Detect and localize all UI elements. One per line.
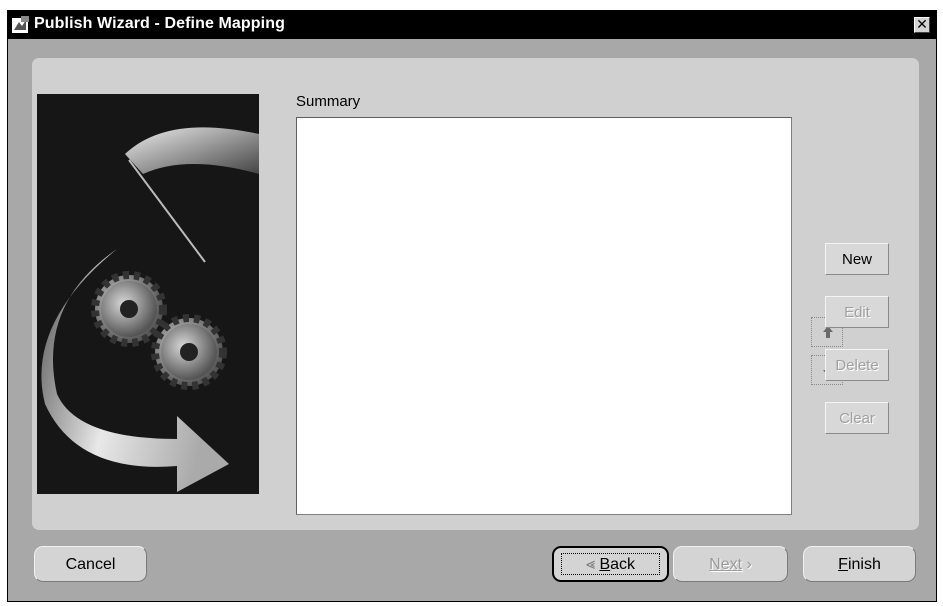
back-button[interactable]: ⪡ Back bbox=[552, 546, 669, 582]
next-label: Next bbox=[709, 555, 743, 573]
finish-button[interactable]: Finish bbox=[803, 546, 916, 582]
delete-button[interactable]: Delete bbox=[825, 349, 889, 381]
close-button[interactable]: ✕ bbox=[914, 17, 930, 33]
summary-list[interactable] bbox=[296, 117, 792, 515]
finish-label-rest: inish bbox=[847, 555, 881, 573]
title-bar[interactable]: Publish Wizard - Define Mapping ✕ bbox=[8, 11, 936, 39]
chevron-right-icon: › bbox=[746, 555, 752, 573]
wizard-content-panel: Summary bbox=[32, 58, 919, 530]
next-button[interactable]: Next › bbox=[673, 546, 788, 582]
new-button[interactable]: New bbox=[825, 243, 889, 275]
wizard-window: Publish Wizard - Define Mapping ✕ Summar… bbox=[7, 10, 937, 602]
summary-label: Summary bbox=[296, 93, 361, 110]
focus-ring bbox=[561, 553, 660, 575]
window-title: Publish Wizard - Define Mapping bbox=[34, 15, 285, 32]
edit-button[interactable]: Edit bbox=[825, 296, 889, 328]
cancel-button[interactable]: Cancel bbox=[34, 546, 147, 582]
clear-button[interactable]: Clear bbox=[825, 402, 889, 434]
gears-arrow-illustration bbox=[37, 94, 259, 494]
finish-mnemonic: F bbox=[838, 555, 848, 573]
wizard-app-icon bbox=[12, 16, 30, 34]
close-icon: ✕ bbox=[916, 16, 928, 32]
